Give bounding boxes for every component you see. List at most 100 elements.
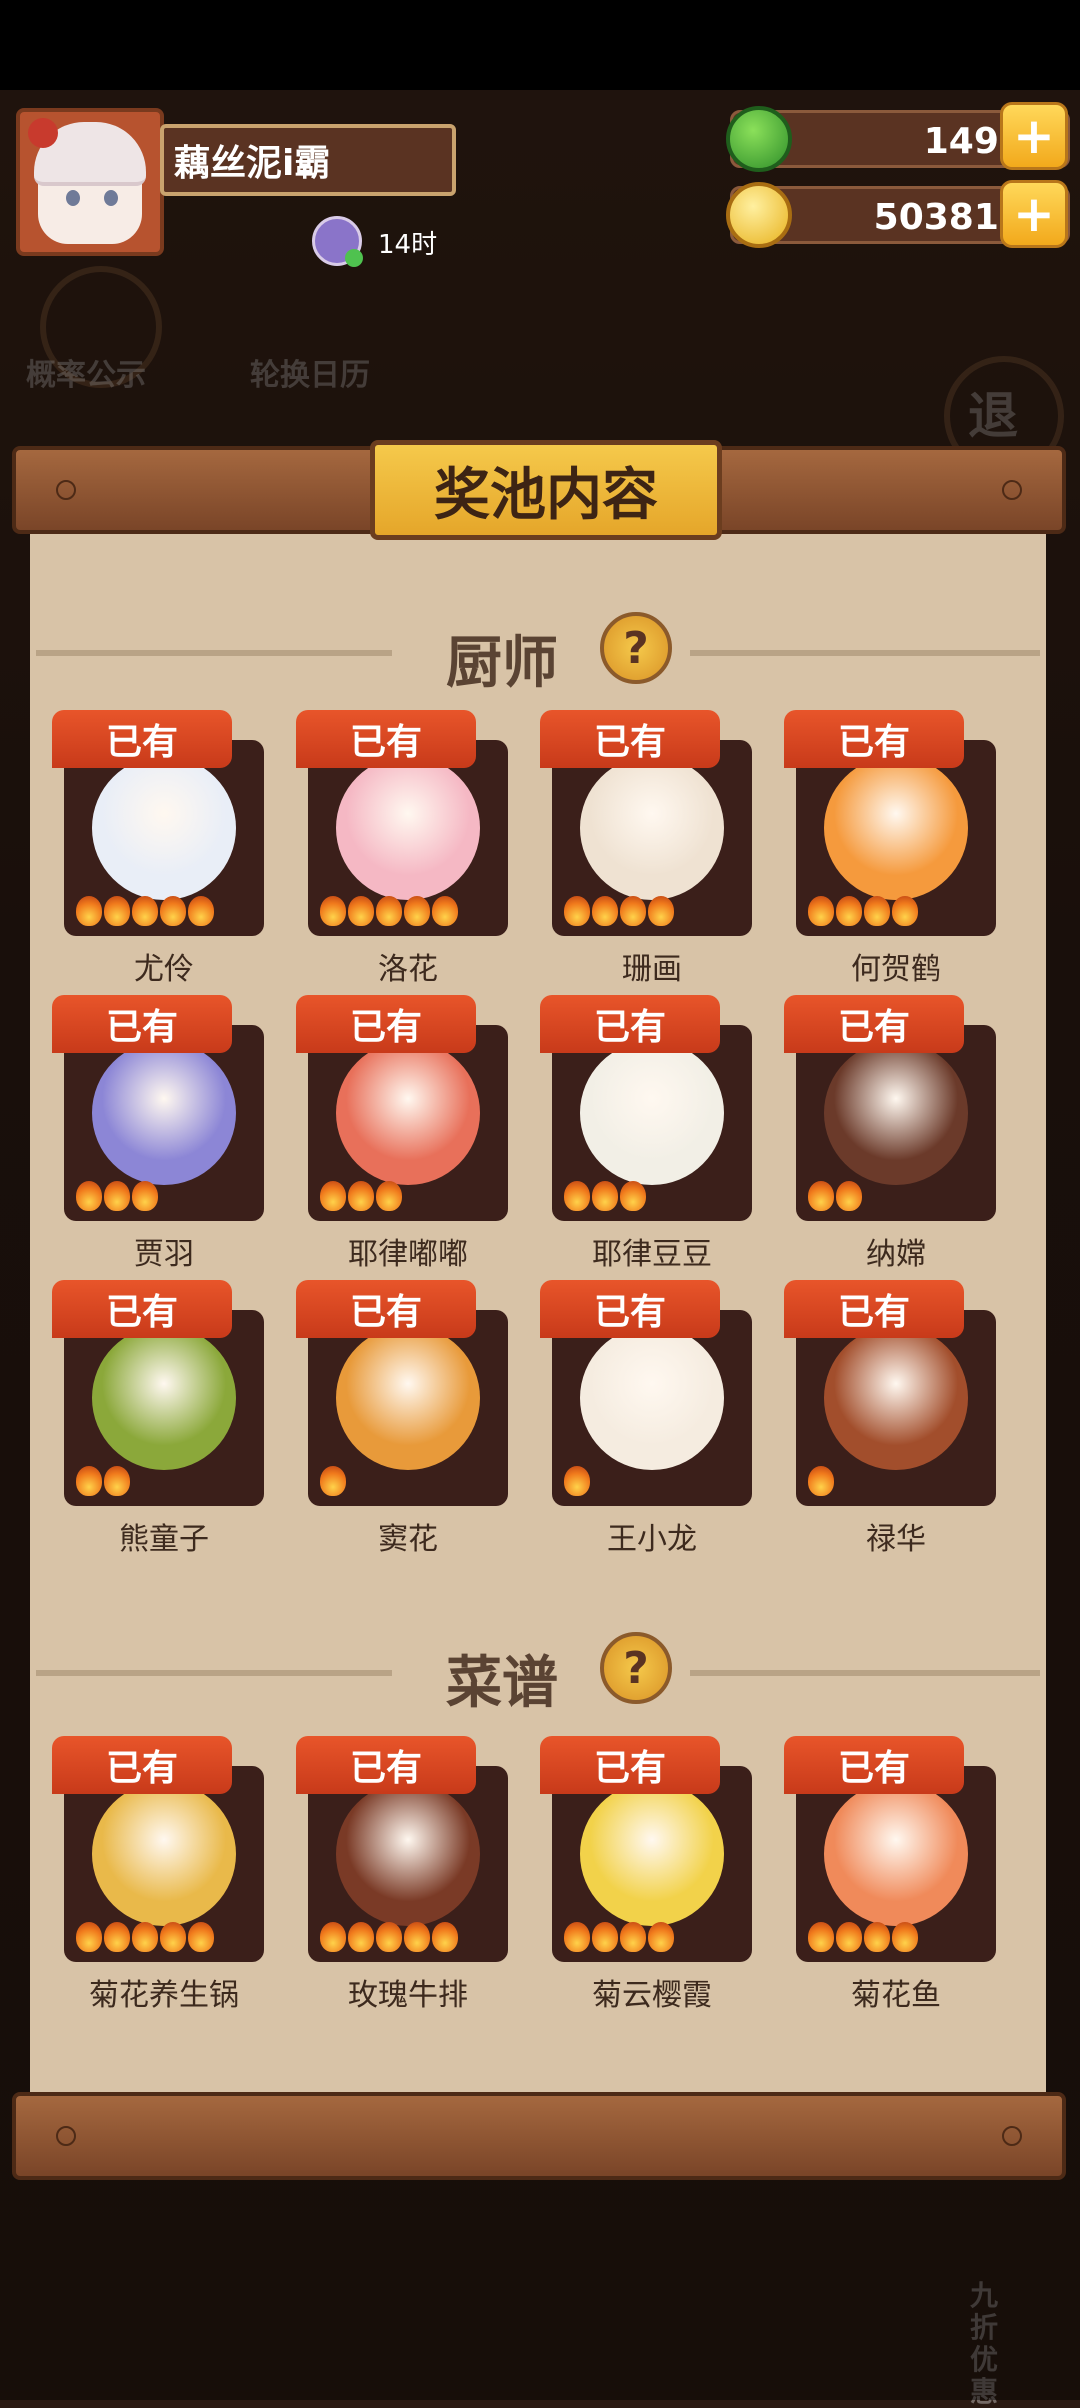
owned-badge: 已有 bbox=[540, 995, 720, 1053]
owned-badge: 已有 bbox=[540, 710, 720, 768]
flame-icon bbox=[592, 1181, 618, 1211]
modal-title-plate: 奖池内容 bbox=[370, 440, 722, 540]
chef-name: 窦花 bbox=[378, 1522, 438, 1557]
flame-icon bbox=[76, 1922, 102, 1952]
rarity-flames bbox=[320, 896, 458, 926]
flame-icon bbox=[160, 896, 186, 926]
prize-pool-panel: 厨师 ? 已有 尤伶 已有 洛花 已有 珊画 已有 何贺鹤 已有 贾羽 已有 耶律嘟嘟 已有 耶律豆豆 已有… bbox=[30, 500, 1046, 2100]
owned-badge: 已有 bbox=[784, 1736, 964, 1794]
prize-pool-scroll[interactable]: 厨师 ? 已有 尤伶 已有 洛花 已有 珊画 已有 何贺鹤 已有 贾羽 已有 耶律嘟嘟 已有 耶律豆豆 已有… bbox=[30, 560, 1046, 2050]
flame-icon bbox=[808, 896, 834, 926]
recipe-card[interactable]: 已有菊花养生锅 bbox=[52, 1736, 264, 2013]
flame-icon bbox=[320, 1181, 346, 1211]
chef-help-button[interactable]: ? bbox=[600, 612, 672, 684]
recipe-help-button[interactable]: ? bbox=[600, 1632, 672, 1704]
flame-icon bbox=[892, 896, 918, 926]
flame-icon bbox=[348, 1181, 374, 1211]
chef-card[interactable]: 已有熊童子 bbox=[52, 1280, 264, 1557]
flame-icon bbox=[320, 896, 346, 926]
chef-name: 贾羽 bbox=[134, 1237, 194, 1272]
flame-icon bbox=[160, 1922, 186, 1952]
flame-icon bbox=[376, 1922, 402, 1952]
chef-name: 禄华 bbox=[866, 1522, 926, 1557]
chef-card[interactable]: 已有 耶律嘟嘟 bbox=[296, 995, 508, 1272]
chef-portrait bbox=[824, 1041, 968, 1185]
owned-badge: 已有 bbox=[784, 710, 964, 768]
chef-name: 何贺鹤 bbox=[851, 952, 941, 987]
rarity-flames bbox=[320, 1922, 458, 1952]
chef-portrait bbox=[92, 756, 236, 900]
chef-card[interactable]: 已有 尤伶 bbox=[52, 710, 264, 987]
chef-portrait bbox=[336, 756, 480, 900]
chef-name: 尤伶 bbox=[134, 952, 194, 987]
flame-icon bbox=[76, 1466, 102, 1496]
flame-icon bbox=[132, 1181, 158, 1211]
flame-icon bbox=[348, 1922, 374, 1952]
flame-icon bbox=[404, 896, 430, 926]
flame-icon bbox=[564, 1922, 590, 1952]
flame-icon bbox=[104, 1181, 130, 1211]
chef-name: 纳嫦 bbox=[866, 1237, 926, 1272]
dish-image bbox=[580, 1782, 724, 1926]
flame-icon bbox=[376, 1181, 402, 1211]
owned-badge: 已有 bbox=[296, 710, 476, 768]
add-gold-button[interactable]: + bbox=[1000, 180, 1068, 248]
rarity-flames bbox=[808, 1181, 862, 1211]
rarity-flames bbox=[564, 1181, 646, 1211]
recipe-card[interactable]: 已有菊云樱霞 bbox=[540, 1736, 752, 2013]
chef-card[interactable]: 已有 王小龙 bbox=[540, 1280, 752, 1557]
recipe-card[interactable]: 已有 玫瑰牛排 bbox=[296, 1736, 508, 2013]
chef-portrait bbox=[92, 1041, 236, 1185]
flame-icon bbox=[620, 1181, 646, 1211]
flame-icon bbox=[864, 1922, 890, 1952]
chef-name: 洛花 bbox=[378, 952, 438, 987]
flame-icon bbox=[864, 896, 890, 926]
owned-badge: 已有 bbox=[540, 1280, 720, 1338]
owned-badge: 已有 bbox=[52, 1736, 232, 1794]
rarity-flames bbox=[76, 1466, 130, 1496]
owned-badge: 已有 bbox=[784, 995, 964, 1053]
chef-section-title: 厨师 bbox=[446, 631, 558, 696]
chef-card[interactable]: 已有 耶律豆豆 bbox=[540, 995, 752, 1272]
chef-card[interactable]: 已有何贺鹤 bbox=[784, 710, 996, 987]
player-avatar[interactable] bbox=[16, 108, 164, 256]
flame-icon bbox=[836, 896, 862, 926]
chef-card[interactable]: 已有纳嫦 bbox=[784, 995, 996, 1272]
rarity-flames bbox=[808, 1466, 834, 1496]
flame-icon bbox=[376, 896, 402, 926]
jade-coin-icon bbox=[726, 106, 792, 172]
recipe-section-header: 菜谱 ? bbox=[30, 1632, 1046, 1716]
owned-badge: 已有 bbox=[296, 1280, 476, 1338]
flame-icon bbox=[592, 1922, 618, 1952]
recipe-name: 菊花鱼 bbox=[851, 1978, 941, 2013]
chef-name: 熊童子 bbox=[119, 1522, 209, 1557]
owned-badge: 已有 bbox=[52, 1280, 232, 1338]
flame-icon bbox=[188, 896, 214, 926]
chef-card[interactable]: 已有 禄华 bbox=[784, 1280, 996, 1557]
flame-icon bbox=[188, 1922, 214, 1952]
flame-icon bbox=[592, 896, 618, 926]
flame-icon bbox=[648, 1922, 674, 1952]
flame-icon bbox=[648, 896, 674, 926]
timer-avatar-icon bbox=[312, 216, 363, 267]
flame-icon bbox=[836, 1181, 862, 1211]
chef-portrait bbox=[92, 1326, 236, 1470]
chef-card[interactable]: 已有 珊画 bbox=[540, 710, 752, 987]
rarity-flames bbox=[564, 896, 674, 926]
chef-card[interactable]: 已有洛花 bbox=[296, 710, 508, 987]
flame-icon bbox=[104, 1466, 130, 1496]
flame-icon bbox=[620, 1922, 646, 1952]
recipe-name: 菊云樱霞 bbox=[592, 1978, 712, 2013]
add-jade-button[interactable]: + bbox=[1000, 102, 1068, 170]
owned-badge: 已有 bbox=[540, 1736, 720, 1794]
recipe-section-title: 菜谱 bbox=[446, 1651, 558, 1716]
chef-section-header: 厨师 ? bbox=[30, 612, 1046, 696]
recipe-name: 菊花养生锅 bbox=[89, 1978, 239, 2013]
owned-badge: 已有 bbox=[296, 1736, 476, 1794]
chef-card[interactable]: 已有 贾羽 bbox=[52, 995, 264, 1272]
flame-icon bbox=[348, 896, 374, 926]
chef-card[interactable]: 已有窦花 bbox=[296, 1280, 508, 1557]
flame-icon bbox=[320, 1922, 346, 1952]
recipe-card[interactable]: 已有菊花鱼 bbox=[784, 1736, 996, 2013]
flame-icon bbox=[320, 1466, 346, 1496]
